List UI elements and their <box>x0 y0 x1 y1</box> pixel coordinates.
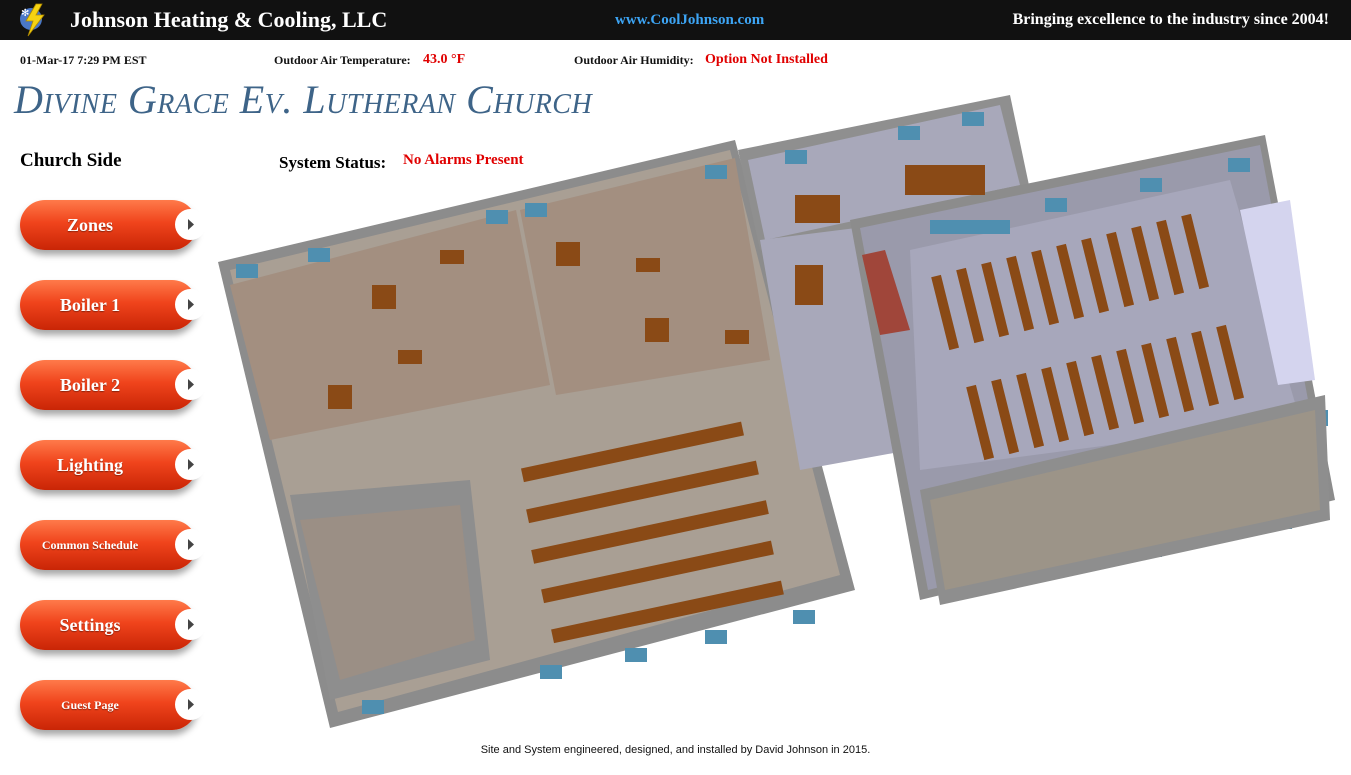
nav-button-zones[interactable]: Zones <box>20 200 206 250</box>
nav-button-settings[interactable]: Settings <box>20 600 206 650</box>
system-status-value: No Alarms Present <box>403 152 524 168</box>
chevron-right-icon <box>175 529 206 560</box>
footer-credit: Site and System engineered, designed, an… <box>480 744 871 756</box>
nav-button-label: Boiler 1 <box>59 295 121 315</box>
system-status-label: System Status: <box>279 153 387 172</box>
nav-button-label: Common Schedule <box>41 538 139 552</box>
nav-button-label: Guest Page <box>61 698 119 712</box>
chevron-right-icon <box>175 449 206 480</box>
nav-button-guest-page[interactable]: Guest Page <box>20 680 206 730</box>
chevron-right-icon <box>175 209 206 240</box>
chevron-right-icon <box>175 609 206 640</box>
nav-button-common-schedule[interactable]: Common Schedule <box>20 520 206 570</box>
chevron-right-icon <box>175 689 206 720</box>
nav-button-label: Boiler 2 <box>59 375 121 395</box>
chevron-right-icon <box>175 289 206 320</box>
nav-button-boiler-2[interactable]: Boiler 2 <box>20 360 206 410</box>
nav-button-boiler-1[interactable]: Boiler 1 <box>20 280 206 330</box>
chevron-right-icon <box>175 369 206 400</box>
church-side-label: Church Side <box>20 150 122 171</box>
nav-button-lighting[interactable]: Lighting <box>20 440 206 490</box>
nav-button-label: Lighting <box>56 455 124 475</box>
nav-button-label: Zones <box>66 215 113 235</box>
nav-button-label: Settings <box>59 615 121 635</box>
